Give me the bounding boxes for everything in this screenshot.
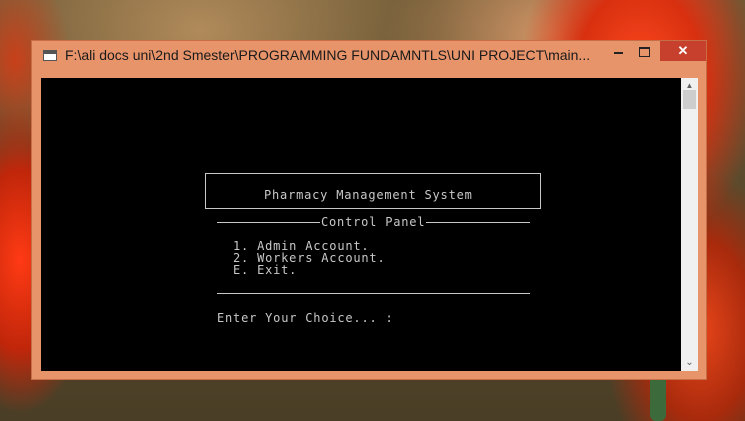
console-app-icon[interactable] bbox=[43, 50, 57, 61]
wallpaper-stem bbox=[650, 375, 666, 421]
scroll-thumb[interactable] bbox=[683, 90, 696, 109]
vertical-scrollbar[interactable]: ▲ ⌄ bbox=[681, 78, 698, 371]
maximize-icon bbox=[638, 46, 650, 57]
window-title: F:\ali docs uni\2nd Smester\PROGRAMMING … bbox=[65, 47, 591, 63]
scroll-down-button[interactable]: ⌄ bbox=[681, 355, 698, 371]
console-output[interactable]: Pharmacy Management System Control Panel… bbox=[41, 78, 681, 371]
title-bar[interactable]: F:\ali docs uni\2nd Smester\PROGRAMMING … bbox=[32, 41, 706, 71]
maximize-button[interactable] bbox=[630, 41, 658, 61]
minimize-icon bbox=[613, 52, 623, 55]
app-heading: Pharmacy Management System bbox=[264, 188, 473, 202]
scroll-up-icon: ▲ bbox=[685, 81, 694, 90]
menu-item-exit: E. Exit. bbox=[233, 263, 298, 277]
minimize-button[interactable] bbox=[604, 41, 632, 61]
scroll-down-icon: ⌄ bbox=[685, 357, 694, 368]
heading-box: Pharmacy Management System bbox=[205, 173, 541, 209]
menu-divider bbox=[217, 293, 530, 294]
panel-title: Control Panel bbox=[321, 215, 426, 229]
panel-rule-left bbox=[217, 222, 320, 223]
choice-prompt: Enter Your Choice... : bbox=[217, 311, 394, 325]
console-window[interactable]: F:\ali docs uni\2nd Smester\PROGRAMMING … bbox=[31, 40, 707, 380]
close-button[interactable]: ✕ bbox=[660, 41, 706, 61]
close-icon: ✕ bbox=[677, 43, 689, 58]
panel-rule-right bbox=[426, 222, 530, 223]
